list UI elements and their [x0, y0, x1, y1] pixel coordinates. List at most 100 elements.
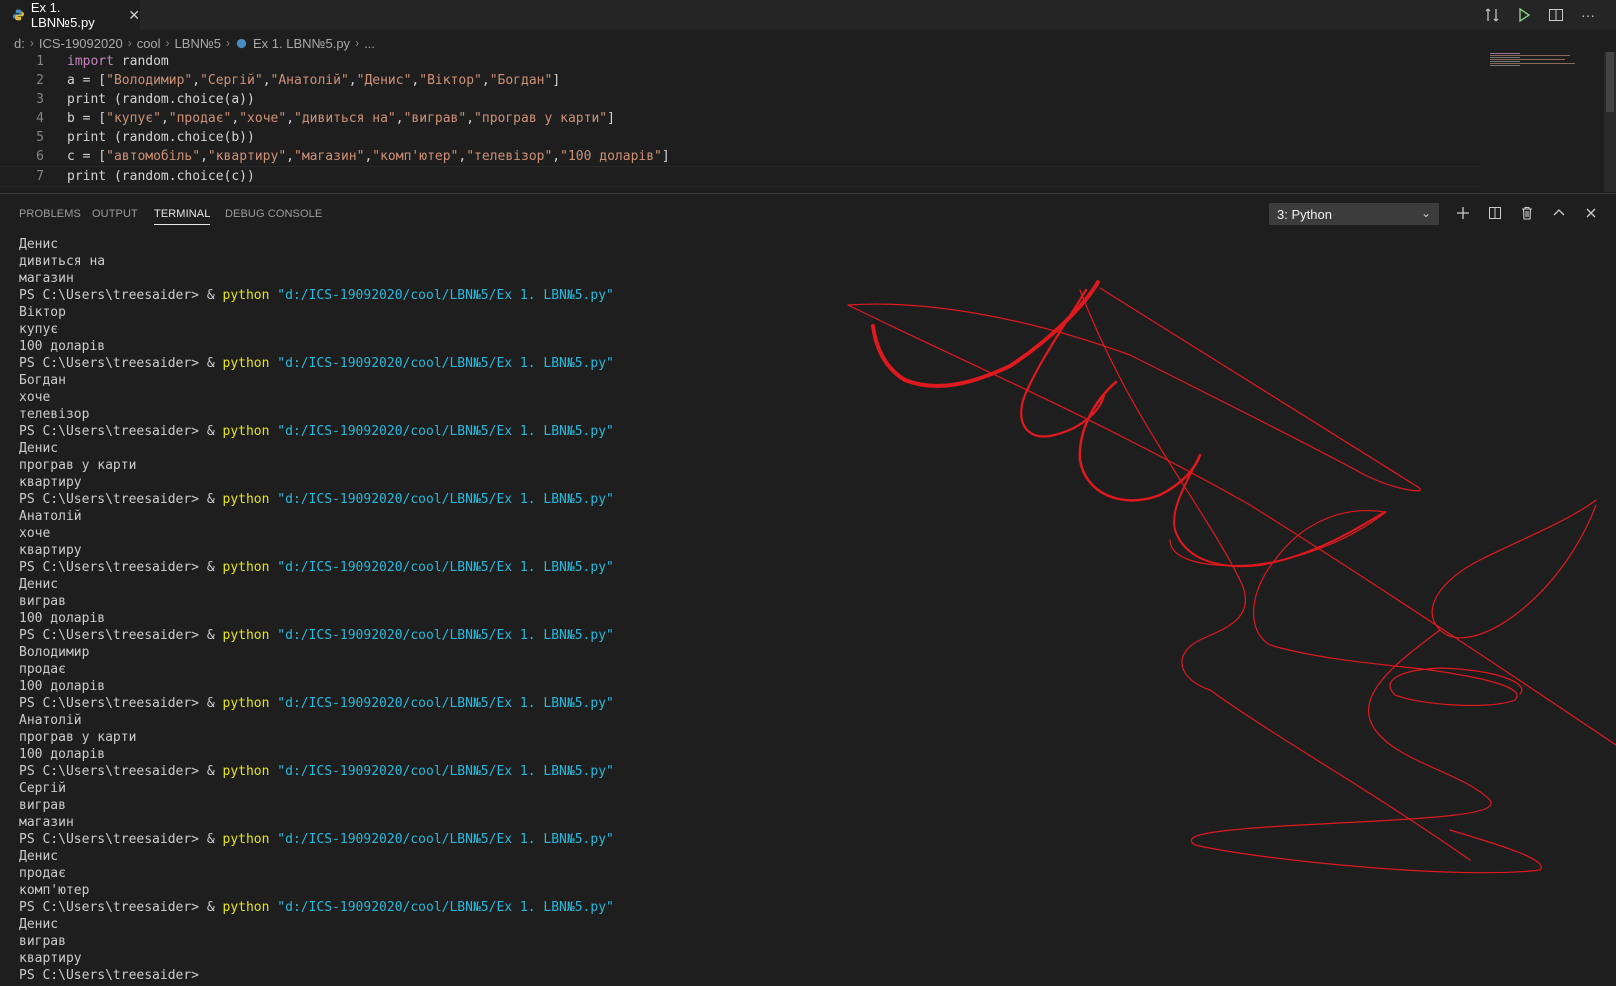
- string-token: "купує": [106, 111, 161, 126]
- chevron-right-icon: ›: [29, 36, 34, 50]
- string-token: "телевізор": [466, 149, 553, 164]
- code-text: b = ["купує","продає","хоче","дивиться н…: [67, 109, 615, 128]
- terminal-output-line: квартиру: [19, 543, 82, 558]
- terminal-command-line: PS C:\Users\treesaider> & python "d:/ICS…: [19, 627, 614, 644]
- string-token: "продає": [168, 111, 232, 126]
- terminal-path-arg: "d:/ICS-19092020/cool/LBN№5/Ex 1. LBN№5.…: [269, 288, 614, 303]
- terminal-output-line: Денис: [19, 237, 59, 252]
- code-line[interactable]: 1 import random: [0, 52, 1480, 71]
- terminal-select[interactable]: 3: Python ⌄: [1269, 203, 1439, 225]
- code-line[interactable]: 4b = ["купує","продає","хоче","дивиться …: [0, 109, 1480, 128]
- terminal-command-line: PS C:\Users\treesaider> & python "d:/ICS…: [19, 287, 614, 304]
- code-token: c = [: [67, 149, 107, 164]
- minimap[interactable]: [1490, 52, 1580, 72]
- terminal-command: python: [222, 764, 270, 779]
- code-line[interactable]: 6c = ["автомобіль","квартиру","магазин",…: [0, 147, 1480, 166]
- terminal-output-line: хоче: [19, 390, 51, 405]
- line-number: 1: [36, 54, 44, 69]
- terminal-output-line: Денис: [19, 849, 59, 864]
- terminal-amp: &: [206, 356, 223, 371]
- scrollbar-thumb[interactable]: [1606, 52, 1614, 112]
- code-token: ,: [466, 111, 475, 126]
- code-token: ,: [192, 73, 201, 88]
- terminal-output-line: комп'ютер: [19, 883, 90, 898]
- terminal-prompt: PS C:\Users\treesaider>: [19, 968, 207, 983]
- code-line[interactable]: 3 print (random.choice(a)): [0, 90, 1480, 109]
- run-icon[interactable]: [1514, 5, 1534, 25]
- code-text: import random: [67, 52, 169, 71]
- editor-tab[interactable]: Ex 1. LBN№5.py ✕: [0, 0, 140, 30]
- string-token: "хоче": [239, 111, 287, 126]
- editor-scrollbar[interactable]: [1604, 52, 1616, 192]
- terminal-prompt: PS C:\Users\treesaider>: [19, 900, 207, 915]
- code-token: ,: [200, 149, 208, 164]
- open-changes-icon[interactable]: [1482, 5, 1502, 25]
- breadcrumb: d: › ICS-19092020 › cool › LBN№5 › Ex 1.…: [14, 34, 375, 52]
- terminal-command: python: [222, 696, 270, 711]
- terminal-command: python: [222, 356, 270, 371]
- terminal-amp: &: [206, 288, 223, 303]
- tab-label: Ex 1. LBN№5.py: [30, 0, 95, 30]
- string-token: "автомобіль": [106, 149, 201, 164]
- code-line[interactable]: 2a = ["Володимир","Сергій","Анатолій","Д…: [0, 71, 1480, 90]
- terminal-output-line: 100 доларів: [19, 747, 106, 762]
- terminal-path-arg: "d:/ICS-19092020/cool/LBN№5/Ex 1. LBN№5.…: [269, 628, 614, 643]
- terminal-prompt: PS C:\Users\treesaider>: [19, 832, 207, 847]
- chevron-right-icon: ›: [226, 36, 231, 50]
- code-token: print (random.choice(a)): [67, 92, 255, 107]
- terminal-amp: &: [206, 628, 223, 643]
- terminal-output[interactable]: Денис дивиться на магазин PS C:\Users\trees…: [19, 236, 614, 984]
- code-line[interactable]: 5 print (random.choice(b)): [0, 128, 1480, 147]
- tab-problems[interactable]: PROBLEMS: [19, 208, 81, 220]
- maximize-panel-icon[interactable]: [1549, 202, 1569, 224]
- terminal-output-line: виграв: [19, 798, 66, 813]
- code-token: ,: [286, 149, 294, 164]
- code-token: ]: [607, 111, 615, 126]
- tab-output[interactable]: OUTPUT: [92, 208, 138, 220]
- string-token: "Анатолій": [270, 73, 349, 88]
- close-icon[interactable]: ✕: [128, 7, 140, 24]
- breadcrumb-folder-lbn5[interactable]: LBN№5: [175, 36, 221, 51]
- terminal-command-line: PS C:\Users\treesaider> & python "d:/ICS…: [19, 423, 614, 440]
- terminal-amp: &: [206, 832, 223, 847]
- code-line[interactable]: 7 print (random.choice(c)): [0, 166, 1480, 187]
- code-token: b = [: [67, 111, 107, 126]
- breadcrumb-folder-cool[interactable]: cool: [137, 36, 161, 51]
- breadcrumb-file[interactable]: Ex 1. LBN№5.py: [253, 36, 350, 51]
- tab-terminal[interactable]: TERMINAL: [154, 208, 211, 225]
- terminal-output-line: 100 доларів: [19, 611, 106, 626]
- line-number: 3: [36, 92, 44, 107]
- code-token: ,: [160, 111, 169, 126]
- code-editor[interactable]: 1 import random 2 a = ["Володимир","Сергій"…: [0, 52, 1616, 192]
- tab-debug-console[interactable]: DEBUG CONSOLE: [225, 208, 322, 220]
- string-token: "комп'ютер": [372, 149, 459, 164]
- terminal-command: python: [222, 900, 270, 915]
- terminal-output-line: Денис: [19, 577, 59, 592]
- line-number: 7: [36, 169, 44, 184]
- kill-terminal-icon[interactable]: [1517, 202, 1537, 224]
- breadcrumb-drive[interactable]: d:: [14, 36, 25, 51]
- terminal-amp: &: [206, 560, 223, 575]
- terminal-command: python: [222, 492, 270, 507]
- code-text: print (random.choice(c)): [67, 167, 255, 186]
- breadcrumb-symbols[interactable]: ...: [364, 36, 375, 51]
- terminal-path-arg: "d:/ICS-19092020/cool/LBN№5/Ex 1. LBN№5.…: [269, 560, 614, 575]
- code-token: a = [: [67, 73, 107, 88]
- terminal-path-arg: "d:/ICS-19092020/cool/LBN№5/Ex 1. LBN№5.…: [269, 424, 614, 439]
- split-editor-icon[interactable]: [1546, 5, 1566, 25]
- terminal-path-arg: "d:/ICS-19092020/cool/LBN№5/Ex 1. LBN№5.…: [269, 492, 614, 507]
- terminal-amp: &: [206, 492, 223, 507]
- panel-actions: [1453, 202, 1601, 224]
- close-panel-icon[interactable]: [1581, 202, 1601, 224]
- breadcrumb-folder-ics[interactable]: ICS-19092020: [39, 36, 123, 51]
- terminal-output-line: Богдан: [19, 373, 66, 388]
- split-terminal-icon[interactable]: [1485, 202, 1505, 224]
- python-file-icon: [236, 38, 247, 48]
- terminal-amp: &: [206, 764, 223, 779]
- keyword-token: import: [67, 54, 114, 69]
- chevron-right-icon: ›: [355, 36, 360, 50]
- terminal-command-line: PS C:\Users\treesaider> & python "d:/ICS…: [19, 491, 614, 508]
- more-actions-icon[interactable]: ···: [1578, 5, 1598, 25]
- code-token: ,: [395, 111, 404, 126]
- new-terminal-icon[interactable]: [1453, 202, 1473, 224]
